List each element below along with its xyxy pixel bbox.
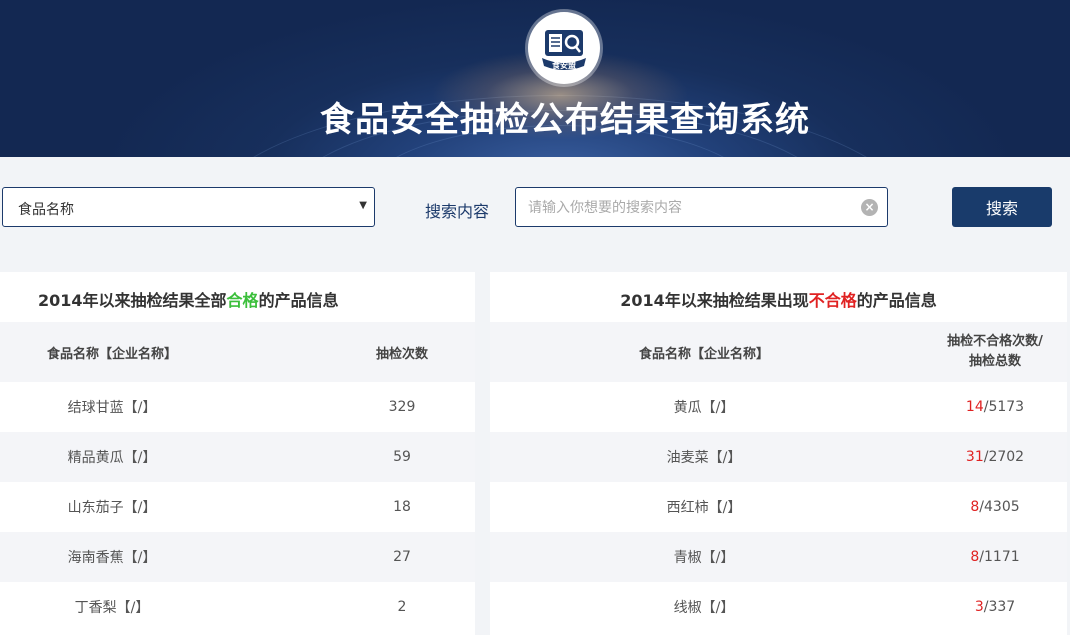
food-name: 黄瓜【/】 [673,400,735,416]
table-row[interactable]: 丁香梨【/】 2 [0,582,475,632]
unqualified-title-prefix: 2014年以来抽检结果出现 [620,291,809,310]
fail-count: 8 [970,499,980,515]
table-row[interactable]: 精品黄瓜【/】 59 [0,432,475,482]
total-count: /4305 [979,499,1020,515]
fail-total: 8/1171 [930,532,1060,582]
table-row[interactable]: 结球甘蓝【/】 329 [0,382,475,432]
table-row[interactable]: 海南香蕉【/】 27 [0,532,475,582]
food-name: 海南香蕉【/】 [67,550,157,566]
qualified-panel-title: 2014年以来抽检结果全部合格的产品信息 [0,272,475,322]
column-header-name: 食品名称【企业名称】 [638,346,769,362]
fail-count: 31 [965,449,984,465]
fail-total: 14/5173 [930,382,1060,432]
food-name: 油麦菜【/】 [666,450,742,466]
page-title: 食品安全抽检公布结果查询系统 [320,100,810,140]
total-count: /5173 [983,399,1025,415]
inspection-count: 59 [393,449,411,465]
unqualified-title-suffix: 的产品信息 [856,291,937,310]
fail-total: 3/337 [930,582,1060,632]
caret-down-icon: ▼ [359,200,367,211]
food-safety-logo-icon: 食安盟 [542,30,586,70]
column-header-count: 抽检次数 [375,346,428,362]
logo-text: 食安盟 [552,60,576,70]
total-count: /337 [983,599,1016,615]
search-bar: 食品名称 ▼ 搜索内容 × 搜索 [0,157,1070,257]
search-input[interactable] [528,198,858,218]
table-row[interactable]: 山东茄子【/】 18 [0,482,475,532]
unqualified-title-highlight: 不合格 [808,291,857,310]
unqualified-products-panel: 2014年以来抽检结果出现不合格的产品信息 食品名称【企业名称】 抽检不合格次数… [490,272,1067,635]
food-name: 结球甘蓝【/】 [67,400,157,416]
column-header-name: 食品名称【企业名称】 [46,346,177,362]
food-safety-logo: 食安盟 [528,12,600,84]
inspection-count: 27 [393,549,411,565]
inspection-count: 18 [393,499,411,515]
table-row[interactable]: 西红柿【/】 8/4305 [490,482,1067,532]
inspection-count: 2 [397,599,407,615]
food-name: 青椒【/】 [673,550,735,566]
food-name: 丁香梨【/】 [74,600,150,616]
search-content-label: 搜索内容 [425,202,490,221]
column-header-fail: 抽检不合格次数/ [947,334,1043,349]
inspection-count: 329 [388,399,416,415]
search-category-select[interactable]: 食品名称 ▼ [2,187,375,227]
qualified-title-suffix: 的产品信息 [258,291,339,310]
food-name: 西红柿【/】 [666,500,742,516]
table-header: 食品名称【企业名称】 抽检次数 [0,322,475,382]
fail-count: 3 [974,599,984,615]
food-name: 精品黄瓜【/】 [67,450,157,466]
food-name: 线椒【/】 [673,600,735,616]
header-banner: 食安盟 食品安全抽检公布结果查询系统 [0,0,1070,157]
table-row[interactable]: 油麦菜【/】 31/2702 [490,432,1067,482]
table-row[interactable]: 线椒【/】 3/337 [490,582,1067,632]
fail-total: 31/2702 [930,432,1060,482]
unqualified-panel-title: 2014年以来抽检结果出现不合格的产品信息 [490,272,1067,322]
fail-total: 8/4305 [930,482,1060,532]
qualified-title-highlight: 合格 [226,291,259,310]
total-count: /2702 [983,449,1025,465]
search-category-value: 食品名称 [18,202,74,218]
table-row[interactable]: 黄瓜【/】 14/5173 [490,382,1067,432]
qualified-products-panel: 2014年以来抽检结果全部合格的产品信息 食品名称【企业名称】 抽检次数 结球甘… [0,272,475,635]
fail-count: 8 [970,549,980,565]
fail-count: 14 [965,399,984,415]
column-header-total: 抽检总数 [968,354,1021,369]
qualified-title-prefix: 2014年以来抽检结果全部 [38,291,227,310]
search-button[interactable]: 搜索 [952,187,1052,227]
search-input-box[interactable]: × [515,187,888,227]
column-header-fail-total: 抽检不合格次数/ 抽检总数 [930,322,1060,382]
food-name: 山东茄子【/】 [67,500,157,516]
clear-icon[interactable]: × [861,199,878,216]
table-row[interactable]: 青椒【/】 8/1171 [490,532,1067,582]
total-count: /1171 [979,549,1020,565]
table-header: 食品名称【企业名称】 抽检不合格次数/ 抽检总数 [490,322,1067,382]
